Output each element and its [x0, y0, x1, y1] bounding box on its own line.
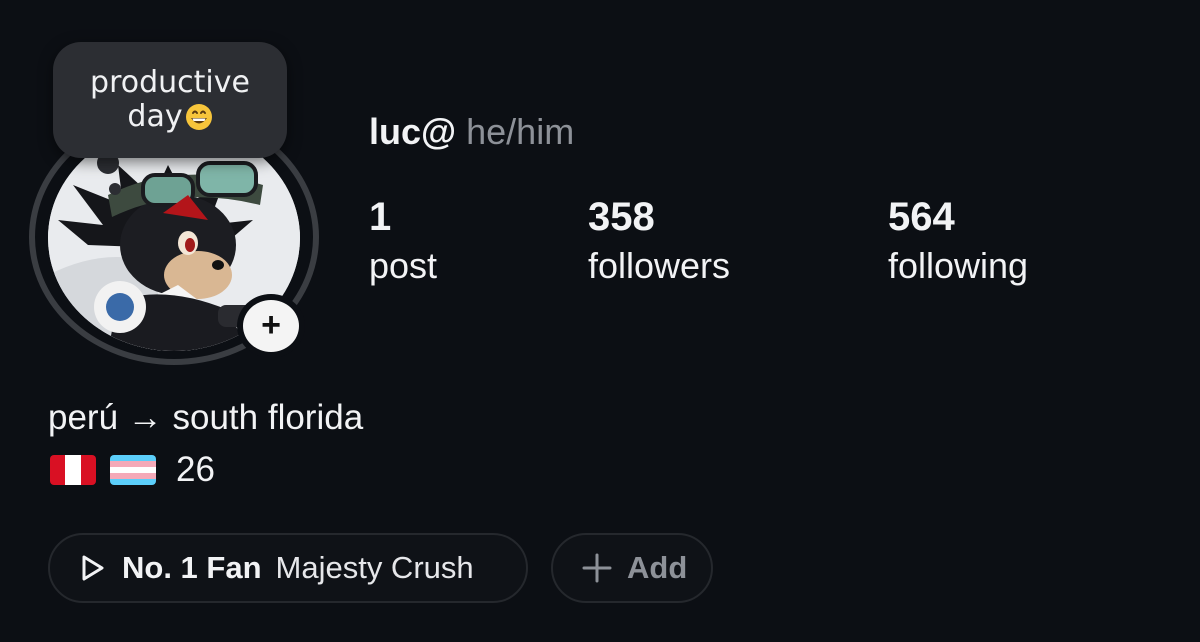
profile-music-pill[interactable]: No. 1 Fan Majesty Crush	[48, 533, 528, 603]
add-button[interactable]: Add	[551, 533, 713, 603]
note-text-line2: day	[127, 100, 212, 134]
bio-age: 26	[176, 450, 215, 489]
play-icon	[82, 555, 104, 581]
pronouns: he/him	[466, 111, 575, 152]
peru-flag-icon	[50, 455, 96, 485]
music-badge-label: No. 1 Fan	[122, 550, 262, 585]
note-bubble-tail-small	[109, 183, 121, 195]
plus-icon	[582, 553, 612, 583]
music-title: Majesty Crush	[275, 550, 474, 585]
transgender-flag-icon	[110, 455, 156, 485]
following-count: 564	[888, 195, 955, 239]
username: luc@	[369, 111, 457, 152]
bio-location: perú → south florida	[48, 398, 364, 437]
followers-stat[interactable]: 358 followers	[588, 195, 730, 287]
posts-stat[interactable]: 1 post	[369, 195, 437, 287]
profile-name-row: luc@ he/him	[369, 112, 574, 152]
bio-flags-row: 26	[50, 450, 215, 490]
followers-label: followers	[588, 245, 731, 286]
following-stat[interactable]: 564 following	[888, 195, 1028, 287]
note-text-line2-word: day	[127, 99, 183, 134]
add-story-button[interactable]: +	[237, 294, 305, 358]
grinning-face-emoji-icon	[185, 104, 212, 130]
posts-label: post	[369, 245, 438, 286]
plus-icon: +	[261, 305, 281, 344]
following-label: following	[888, 245, 1029, 286]
note-bubble[interactable]: productive day	[53, 42, 287, 158]
posts-count: 1	[369, 195, 392, 239]
note-text-line1: productive	[90, 65, 250, 100]
add-button-label: Add	[627, 550, 688, 585]
followers-count: 358	[588, 195, 655, 239]
